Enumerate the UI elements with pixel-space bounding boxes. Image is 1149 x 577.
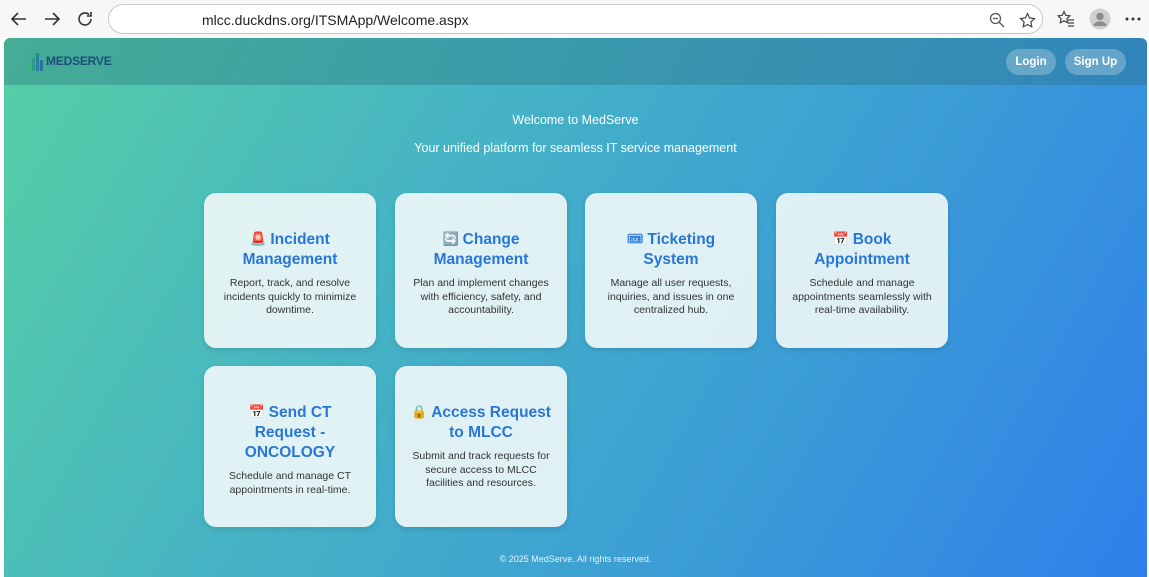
back-arrow-icon[interactable] xyxy=(7,7,31,31)
siren-icon: 🚨 xyxy=(250,231,267,246)
calendar-icon: 📅 xyxy=(832,231,849,246)
card-book-appointment[interactable]: 📅 Book Appointment Schedule and manage ap… xyxy=(776,193,948,348)
refresh-icon[interactable] xyxy=(73,7,97,31)
refresh-arrows-icon: 🔄 xyxy=(442,231,459,246)
card-title: 📅 Book Appointment xyxy=(814,231,910,268)
card-description: Schedule and manage CT appointments in r… xyxy=(229,470,351,496)
card-ticketing-system[interactable]: 🎟 Ticketing System Manage all user reques… xyxy=(585,193,757,348)
ticket-icon: 🎟 xyxy=(626,231,644,246)
logo-text: MEDSERVE xyxy=(46,54,112,68)
card-title: 🔄 Change Management xyxy=(433,231,529,268)
footer-text: © 2025 MedServe. All rights reserved. xyxy=(499,554,652,564)
address-bar[interactable]: mlcc.duckdns.org/ITSMApp/Welcome.aspx xyxy=(108,4,1043,34)
card-send-ct-request[interactable]: 📅 Send CT Request - ONCOLOGY Schedule and… xyxy=(204,366,376,527)
signup-button[interactable]: Sign Up xyxy=(1065,49,1126,75)
card-title: 🔒 Access Request to MLCC xyxy=(411,404,551,441)
card-description: Schedule and manage appointments seamles… xyxy=(792,277,932,316)
profile-icon[interactable] xyxy=(1089,8,1111,30)
url-text: mlcc.duckdns.org/ITSMApp/Welcome.aspx xyxy=(202,12,469,28)
calendar-icon: 📅 xyxy=(248,404,265,419)
site-header: MEDSERVE Login Sign Up xyxy=(4,38,1147,85)
card-description: Report, track, and resolve incidents qui… xyxy=(223,277,357,316)
zoom-icon[interactable] xyxy=(987,10,1007,30)
login-button[interactable]: Login xyxy=(1006,49,1056,75)
card-description: Manage all user requests, inquiries, and… xyxy=(607,277,735,316)
browser-toolbar: mlcc.duckdns.org/ITSMApp/Welcome.aspx xyxy=(0,0,1149,38)
lock-icon: 🔒 xyxy=(411,404,428,419)
logo[interactable]: MEDSERVE xyxy=(28,50,112,72)
card-change-management[interactable]: 🔄 Change Management Plan and implement ch… xyxy=(395,193,567,348)
star-icon[interactable] xyxy=(1017,10,1037,30)
more-icon[interactable] xyxy=(1122,8,1144,30)
forward-arrow-icon[interactable] xyxy=(40,7,64,31)
logo-bars-icon xyxy=(28,51,44,71)
card-title: 📅 Send CT Request - ONCOLOGY xyxy=(244,404,336,461)
card-title: 🚨 Incident Management xyxy=(242,231,338,268)
page-body: MEDSERVE Login Sign Up Welcome to MedSer… xyxy=(4,38,1147,577)
card-title: 🎟 Ticketing System xyxy=(626,231,716,268)
hero-title: Welcome to MedServe xyxy=(512,113,639,127)
card-access-request[interactable]: 🔒 Access Request to MLCC Submit and track… xyxy=(395,366,567,527)
card-incident-management[interactable]: 🚨 Incident Management Report, track, and … xyxy=(204,193,376,348)
favorites-icon[interactable] xyxy=(1055,8,1077,30)
hero-subtitle: Your unified platform for seamless IT se… xyxy=(414,141,737,155)
card-description: Submit and track requests for secure acc… xyxy=(412,450,550,489)
card-description: Plan and implement changes with efficien… xyxy=(413,277,549,316)
